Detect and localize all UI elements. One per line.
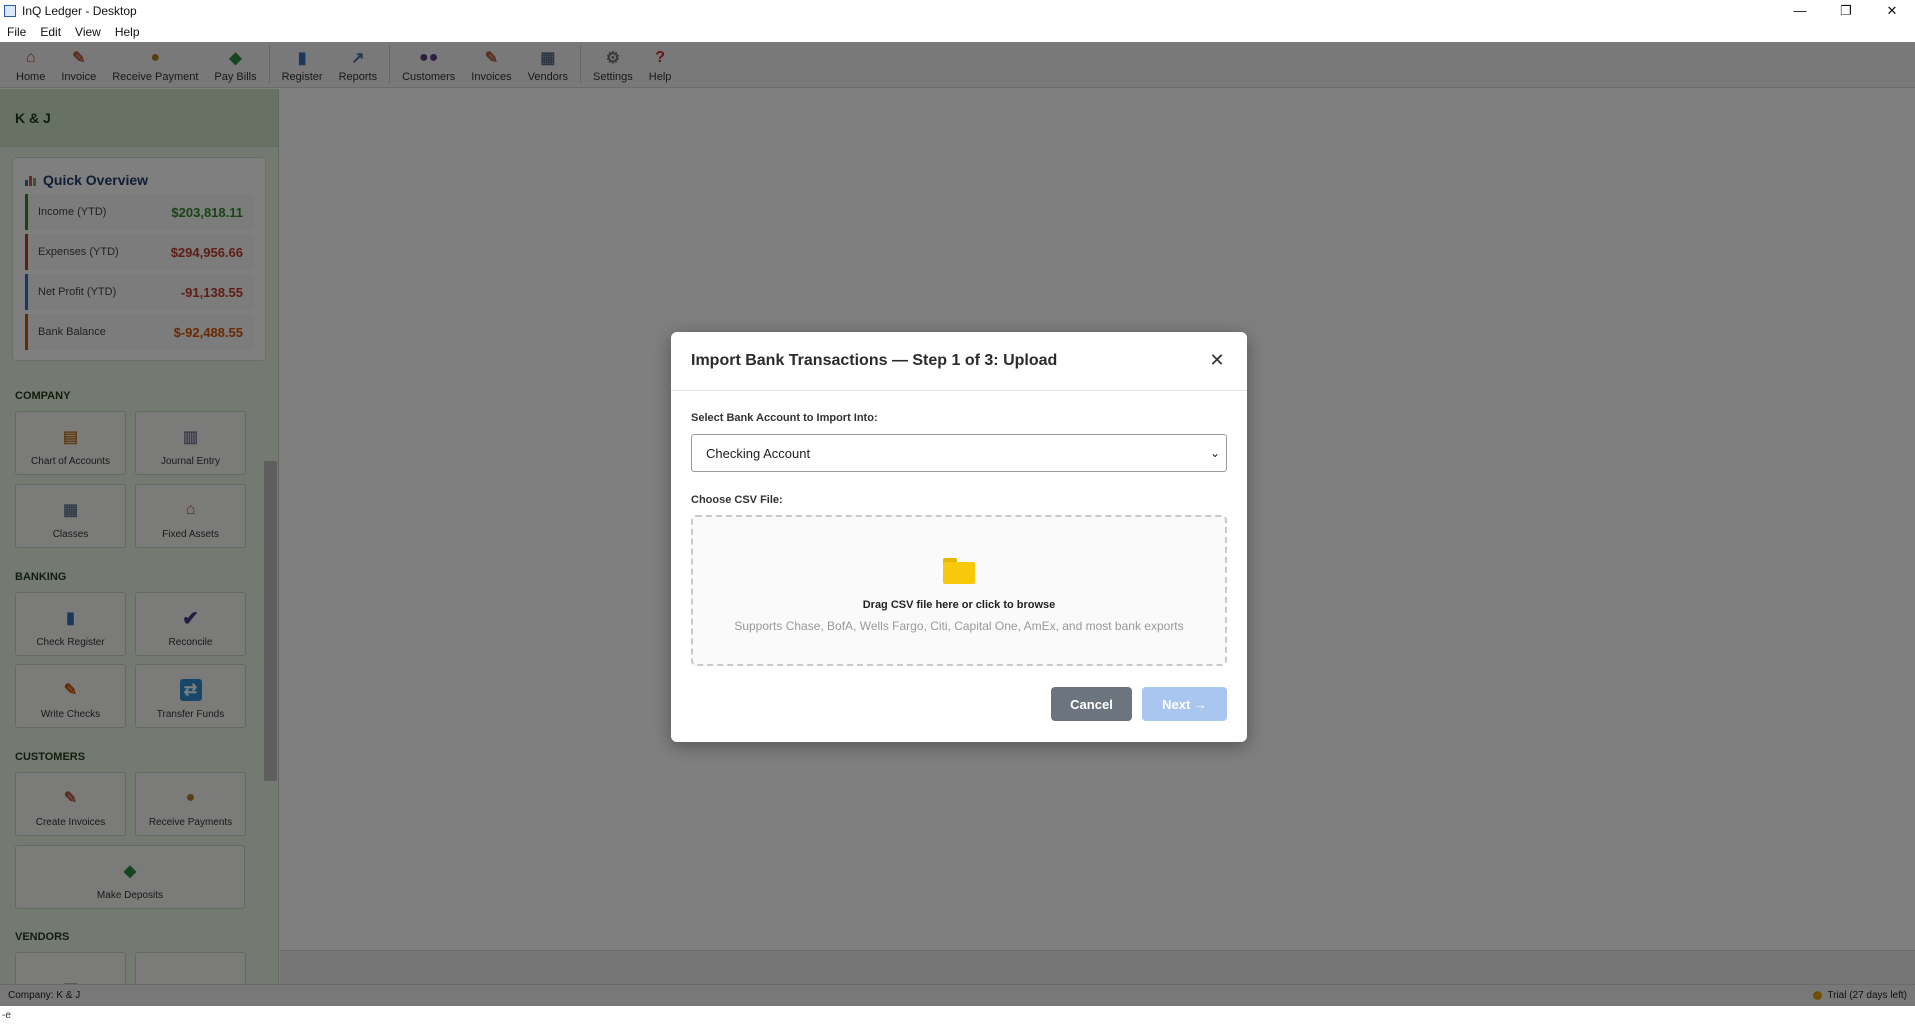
bottom-strip: -e — [0, 1006, 1915, 1026]
csv-file-label: Choose CSV File: — [691, 494, 783, 506]
csv-dropzone[interactable]: Drag CSV file here or click to browse Su… — [691, 515, 1227, 666]
window-controls: — ❐ ✕ — [1777, 0, 1915, 21]
bank-account-value: Checking Account — [706, 445, 811, 461]
bank-account-select[interactable]: Checking Account ⌄ — [691, 434, 1227, 472]
next-button[interactable]: Next → — [1142, 687, 1227, 721]
bank-account-label: Select Bank Account to Import Into: — [691, 412, 878, 424]
menu-bar: File Edit View Help — [0, 21, 1915, 42]
menu-help[interactable]: Help — [108, 25, 147, 39]
menu-file[interactable]: File — [0, 25, 33, 39]
app-icon — [4, 4, 16, 17]
dropzone-instructions: Drag CSV file here or click to browse — [862, 599, 1056, 611]
chevron-down-icon: ⌄ — [1209, 446, 1220, 460]
dialog-header: Import Bank Transactions — Step 1 of 3: … — [671, 332, 1247, 391]
bottom-text: -e — [2, 1010, 11, 1021]
import-bank-transactions-dialog: Import Bank Transactions — Step 1 of 3: … — [671, 332, 1247, 742]
title-bar: InQ Ledger - Desktop — ❐ ✕ — [0, 0, 1915, 21]
dialog-title: Import Bank Transactions — Step 1 of 3: … — [691, 352, 1058, 369]
maximize-button[interactable]: ❐ — [1823, 0, 1869, 21]
close-icon[interactable]: ✕ — [1207, 350, 1227, 370]
close-window-button[interactable]: ✕ — [1869, 0, 1915, 21]
window-title: InQ Ledger - Desktop — [22, 3, 137, 18]
folder-icon — [943, 558, 975, 584]
menu-view[interactable]: View — [68, 25, 108, 39]
dropzone-supported-banks: Supports Chase, BofA, Wells Fargo, Citi,… — [734, 619, 1184, 633]
minimize-button[interactable]: — — [1777, 0, 1823, 21]
menu-edit[interactable]: Edit — [33, 25, 68, 39]
cancel-button[interactable]: Cancel — [1051, 687, 1132, 721]
